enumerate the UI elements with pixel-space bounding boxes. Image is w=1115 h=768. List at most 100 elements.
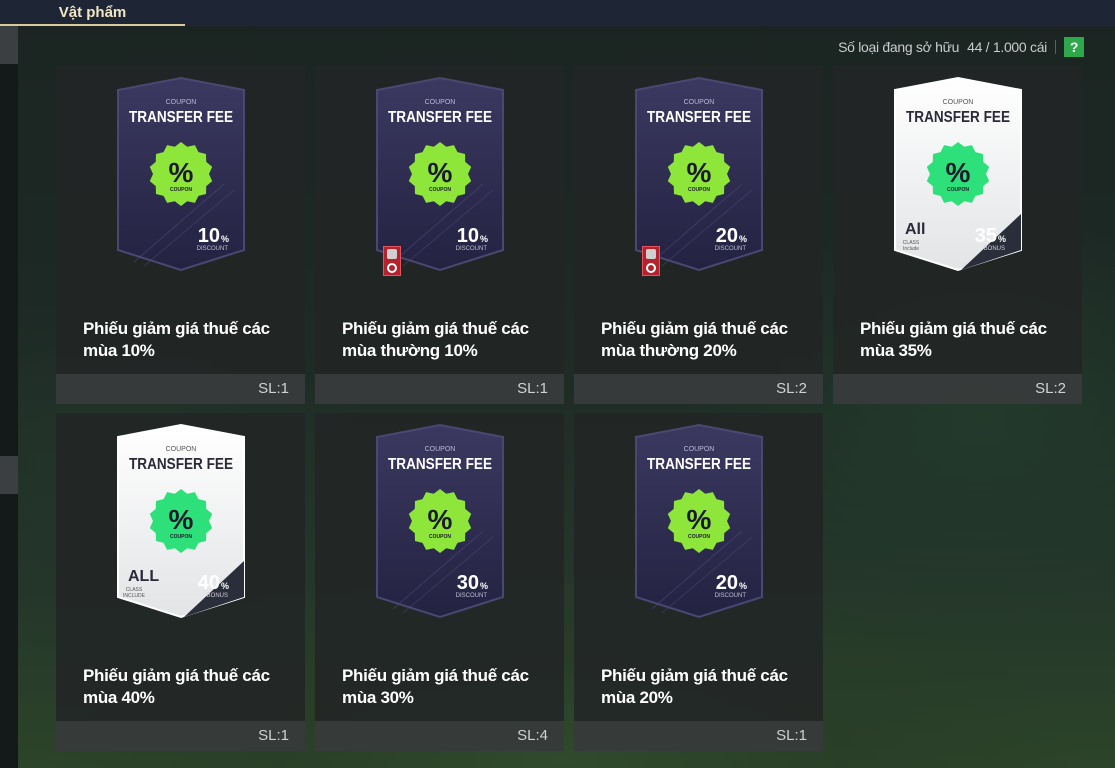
item-card[interactable]: COUPON TRANSFER FEE% COUPON 40% BONUS ALL CLAS… bbox=[56, 413, 305, 751]
coupon-card-image: COUPONTRANSFER FEE%COUPON20 %DISCOUNT bbox=[635, 423, 763, 619]
coupon-kind: BONUS bbox=[984, 246, 1005, 252]
coupon-label: COUPON bbox=[425, 446, 456, 453]
class-include-label: INCLUDE bbox=[123, 593, 146, 599]
inventory-count: Số loại đang sở hữu 44 / 1.000 cái ? bbox=[838, 37, 1084, 57]
transfer-fee-label: TRANSFER FEE bbox=[388, 109, 492, 126]
coupon-amount: 30 bbox=[457, 572, 479, 594]
class-all-label: ALL bbox=[128, 568, 159, 585]
badge-coupon-label: COUPON bbox=[170, 187, 192, 193]
coupon-kind: BONUS bbox=[207, 593, 228, 599]
item-footer: SL:1 bbox=[56, 374, 305, 404]
badge-coupon-label: COUPON bbox=[429, 187, 451, 193]
coupon-amount: 40 bbox=[198, 572, 220, 594]
coupon-percent: % bbox=[480, 234, 488, 244]
percent-symbol: % bbox=[687, 504, 712, 535]
item-card[interactable]: COUPON TRANSFER FEE% COUPON 10% DISCOUNT Phiế… bbox=[315, 66, 564, 404]
item-card[interactable]: COUPON TRANSFER FEE% COUPON 30% DISCOUNT Phiế… bbox=[315, 413, 564, 751]
class-all-label: All bbox=[905, 221, 925, 238]
item-footer: SL:1 bbox=[315, 374, 564, 404]
tab-items[interactable]: Vật phẩm bbox=[0, 0, 185, 26]
coupon-percent: % bbox=[739, 234, 747, 244]
coupon-card-image: COUPONTRANSFER FEE%COUPON10 %DISCOUNT bbox=[117, 76, 245, 272]
badge-coupon-label: COUPON bbox=[429, 534, 451, 540]
item-quantity: SL:1 bbox=[517, 380, 548, 397]
transfer-fee-label: TRANSFER FEE bbox=[647, 456, 751, 473]
coupon-kind: DISCOUNT bbox=[715, 593, 747, 599]
sidebar-tab[interactable] bbox=[0, 26, 18, 64]
badge-coupon-label: COUPON bbox=[688, 534, 710, 540]
percent-symbol: % bbox=[428, 157, 453, 188]
item-footer: SL:2 bbox=[574, 374, 823, 404]
item-grid: COUPON TRANSFER FEE% COUPON 10% DISCOUNT Phiế… bbox=[56, 66, 1086, 756]
transfer-fee-label: TRANSFER FEE bbox=[129, 456, 233, 473]
coupon-amount: 10 bbox=[198, 225, 220, 247]
divider bbox=[1055, 40, 1056, 54]
item-card[interactable]: COUPON TRANSFER FEE% COUPON 10% DISCOUNT Phiế… bbox=[56, 66, 305, 404]
coupon-card-image: COUPONTRANSFER FEE%COUPON20 %DISCOUNT bbox=[635, 76, 763, 272]
coupon-art: COUPON TRANSFER FEE% COUPON 40% BONUS ALL CLAS… bbox=[114, 421, 248, 621]
coupon-art: COUPON TRANSFER FEE% COUPON 35% BONUS All CLAS… bbox=[891, 74, 1025, 274]
tab-items-label: Vật phẩm bbox=[58, 3, 127, 21]
percent-symbol: % bbox=[169, 157, 194, 188]
coupon-label: COUPON bbox=[166, 99, 197, 106]
badge-coupon-label: COUPON bbox=[170, 534, 192, 540]
coupon-amount: 20 bbox=[716, 225, 738, 247]
item-name: Phiếu giảm giá thuế các mùa 20% bbox=[601, 666, 788, 707]
coupon-amount: 20 bbox=[716, 572, 738, 594]
coupon-kind: DISCOUNT bbox=[197, 246, 229, 252]
coupon-label: COUPON bbox=[425, 99, 456, 106]
item-card[interactable]: COUPON TRANSFER FEE% COUPON 20% DISCOUNT Phiế… bbox=[574, 66, 823, 404]
item-footer: SL:2 bbox=[833, 374, 1082, 404]
item-quantity: SL:1 bbox=[258, 727, 289, 744]
help-button[interactable]: ? bbox=[1064, 37, 1084, 57]
top-tab-bar: Vật phẩm bbox=[0, 0, 1115, 26]
item-card[interactable]: COUPON TRANSFER FEE% COUPON 20% DISCOUNT Phiế… bbox=[574, 413, 823, 751]
item-name: Phiếu giảm giá thuế các mùa thường 20% bbox=[601, 319, 788, 360]
coupon-kind: DISCOUNT bbox=[715, 246, 747, 252]
coupon-percent: % bbox=[739, 581, 747, 591]
percent-symbol: % bbox=[946, 157, 971, 188]
item-quantity: SL:4 bbox=[517, 727, 548, 744]
coupon-kind: DISCOUNT bbox=[456, 246, 488, 252]
coupon-amount: 10 bbox=[457, 225, 479, 247]
sidebar-tab[interactable] bbox=[0, 456, 18, 494]
restricted-icon bbox=[642, 246, 660, 276]
coupon-label: COUPON bbox=[166, 446, 197, 453]
coupon-card-image: COUPONTRANSFER FEE%COUPON40 %BONUSALLCLAS… bbox=[117, 423, 245, 619]
coupon-percent: % bbox=[998, 234, 1006, 244]
item-quantity: SL:1 bbox=[776, 727, 807, 744]
restricted-icon bbox=[383, 246, 401, 276]
coupon-percent: % bbox=[480, 581, 488, 591]
coupon-art: COUPON TRANSFER FEE% COUPON 20% DISCOUNT bbox=[632, 74, 766, 274]
inventory-count-label: Số loại đang sở hữu bbox=[838, 39, 960, 55]
item-name: Phiếu giảm giá thuế các mùa 35% bbox=[860, 319, 1047, 360]
coupon-label: COUPON bbox=[684, 446, 715, 453]
coupon-art: COUPON TRANSFER FEE% COUPON 30% DISCOUNT bbox=[373, 421, 507, 621]
item-name: Phiếu giảm giá thuế các mùa 30% bbox=[342, 666, 529, 707]
item-card[interactable]: COUPON TRANSFER FEE% COUPON 35% BONUS All CLAS… bbox=[833, 66, 1082, 404]
item-footer: SL:4 bbox=[315, 721, 564, 751]
item-quantity: SL:2 bbox=[1035, 380, 1066, 397]
transfer-fee-label: TRANSFER FEE bbox=[647, 109, 751, 126]
left-sidebar bbox=[0, 26, 18, 768]
badge-coupon-label: COUPON bbox=[688, 187, 710, 193]
coupon-kind: DISCOUNT bbox=[456, 593, 488, 599]
item-footer: SL:1 bbox=[574, 721, 823, 751]
transfer-fee-label: TRANSFER FEE bbox=[906, 109, 1010, 126]
item-name: Phiếu giảm giá thuế các mùa 40% bbox=[83, 666, 270, 707]
coupon-label: COUPON bbox=[684, 99, 715, 106]
percent-symbol: % bbox=[169, 504, 194, 535]
item-name: Phiếu giảm giá thuế các mùa 10% bbox=[83, 319, 270, 360]
coupon-percent: % bbox=[221, 234, 229, 244]
inventory-count-value: 44 / 1.000 cái bbox=[967, 39, 1047, 55]
percent-symbol: % bbox=[687, 157, 712, 188]
coupon-art: COUPON TRANSFER FEE% COUPON 10% DISCOUNT bbox=[373, 74, 507, 274]
coupon-amount: 35 bbox=[975, 225, 997, 247]
coupon-art: COUPON TRANSFER FEE% COUPON 20% DISCOUNT bbox=[632, 421, 766, 621]
item-quantity: SL:2 bbox=[776, 380, 807, 397]
badge-coupon-label: COUPON bbox=[947, 187, 969, 193]
coupon-card-image: COUPONTRANSFER FEE%COUPON35 %BONUSAllCLAS… bbox=[894, 76, 1022, 272]
transfer-fee-label: TRANSFER FEE bbox=[129, 109, 233, 126]
coupon-percent: % bbox=[221, 581, 229, 591]
class-include-label: Include bbox=[903, 246, 919, 252]
